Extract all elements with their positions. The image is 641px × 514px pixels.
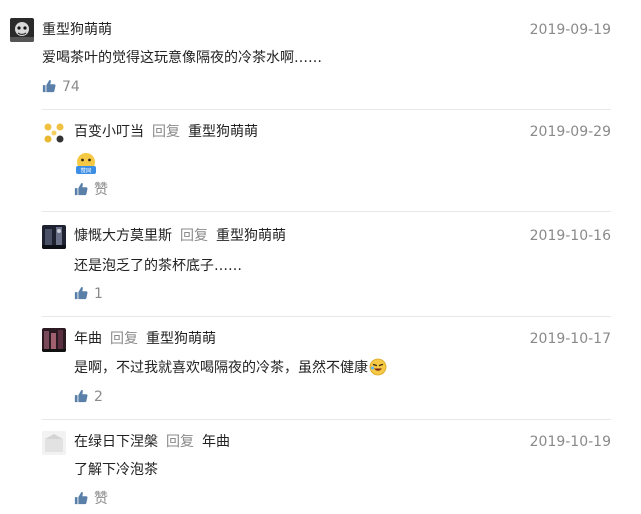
- like-button[interactable]: 1: [74, 284, 103, 304]
- reply-label[interactable]: 回复: [110, 331, 138, 347]
- thumbs-up-icon: [74, 286, 88, 300]
- like-button[interactable]: 赞: [74, 489, 108, 509]
- reply-date: 2019-09-29: [529, 124, 611, 140]
- reply-text-line: 是啊，不过我就喜欢喝隔夜的冷茶，虽然不健康: [74, 358, 387, 378]
- thumbs-up-icon: [42, 79, 56, 93]
- thumbs-up-icon: [74, 182, 88, 196]
- like-count: 2: [94, 389, 103, 405]
- username[interactable]: 重型狗萌萌: [42, 20, 112, 40]
- avatar[interactable]: [42, 431, 66, 455]
- reply-target[interactable]: 年曲: [202, 434, 230, 450]
- username[interactable]: 年曲: [74, 331, 102, 347]
- sticker-label: 赞同: [80, 167, 92, 175]
- reply-label[interactable]: 回复: [152, 124, 180, 140]
- reply-text: 是啊，不过我就喜欢喝隔夜的冷茶，虽然不健康: [74, 360, 368, 376]
- reply-header: 年曲 回复 重型狗萌萌: [74, 329, 216, 349]
- reply: 在绿日下涅槃 回复 年曲 2019-10-19 了解下冷泡茶 赞: [0, 420, 641, 514]
- like-button[interactable]: 2: [74, 387, 103, 407]
- username[interactable]: 慷慨大方莫里斯: [74, 228, 172, 244]
- reply-header: 慷慨大方莫里斯 回复 重型狗萌萌: [74, 226, 286, 246]
- laughing-emoji-icon: [369, 358, 387, 376]
- avatar[interactable]: [42, 225, 66, 249]
- username[interactable]: 百变小叮当: [74, 124, 144, 140]
- like-label: 赞: [94, 182, 108, 198]
- like-button[interactable]: 赞: [74, 180, 108, 200]
- thumbs-up-icon: [74, 389, 88, 403]
- thumbs-up-icon: [74, 491, 88, 505]
- reply-target[interactable]: 重型狗萌萌: [146, 331, 216, 347]
- avatar[interactable]: [42, 121, 66, 145]
- reply-text: 还是泡乏了的茶杯底子……: [74, 258, 242, 274]
- reply-date: 2019-10-19: [529, 434, 611, 450]
- avatar[interactable]: [42, 328, 66, 352]
- reply-header: 在绿日下涅槃 回复 年曲: [74, 432, 230, 452]
- reply-date: 2019-10-16: [529, 228, 611, 244]
- avatar[interactable]: [10, 18, 34, 42]
- username[interactable]: 在绿日下涅槃: [74, 434, 158, 450]
- reply: 年曲 回复 重型狗萌萌 2019-10-17 是啊，不过我就喜欢喝隔夜的冷茶，虽然不…: [0, 317, 641, 419]
- reply-label[interactable]: 回复: [180, 228, 208, 244]
- reply-target[interactable]: 重型狗萌萌: [188, 124, 258, 140]
- reply-header: 百变小叮当 回复 重型狗萌萌: [74, 122, 258, 142]
- reply: 百变小叮当 回复 重型狗萌萌 2019-09-29 赞同 赞: [0, 110, 641, 212]
- like-label: 赞: [94, 491, 108, 507]
- like-button[interactable]: 74: [42, 77, 80, 97]
- like-count: 1: [94, 286, 103, 302]
- reply-target[interactable]: 重型狗萌萌: [216, 228, 286, 244]
- comment: 重型狗萌萌 2019-09-19 爱喝茶叶的觉得这玩意像隔夜的冷茶水啊…… 74: [0, 0, 641, 110]
- reply-text: 了解下冷泡茶: [74, 462, 158, 478]
- reply-label[interactable]: 回复: [166, 434, 194, 450]
- sticker-emoji: 赞同: [74, 152, 98, 176]
- reply-date: 2019-10-17: [529, 331, 611, 347]
- comment-date: 2019-09-19: [529, 22, 611, 38]
- reply: 慷慨大方莫里斯 回复 重型狗萌萌 2019-10-16 还是泡乏了的茶杯底子…… 1: [0, 212, 641, 316]
- comment-text: 爱喝茶叶的觉得这玩意像隔夜的冷茶水啊……: [42, 50, 322, 66]
- like-count: 74: [62, 79, 80, 95]
